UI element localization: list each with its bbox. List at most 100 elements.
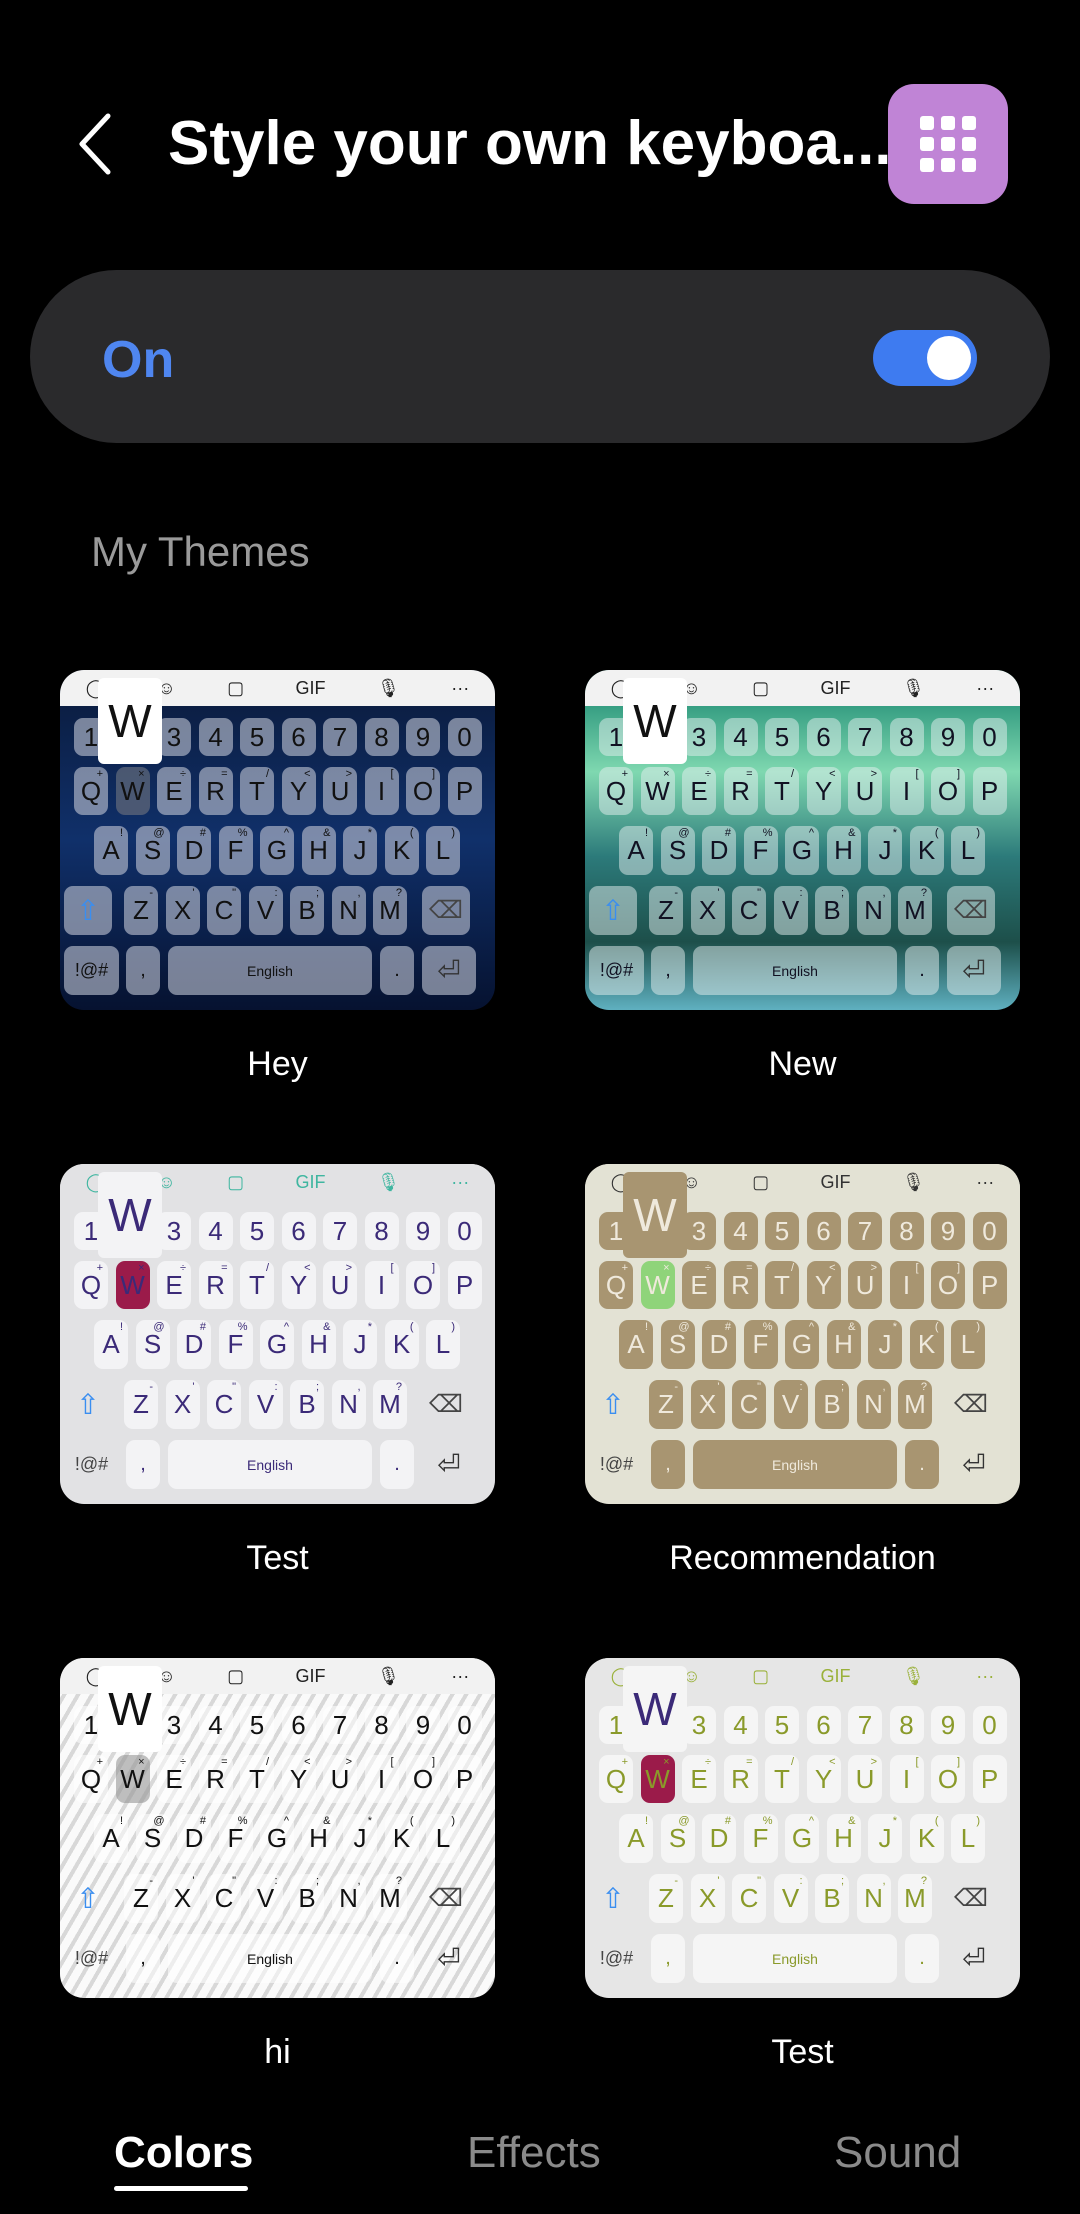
- key: Y <: [806, 1261, 841, 1309]
- page-title: Style your own keyboa...: [168, 109, 892, 178]
- gif-icon: GIF: [295, 1665, 326, 1686]
- key: Z-: [649, 886, 683, 935]
- key-preview-popup: W: [98, 678, 162, 764]
- key: !@#: [74, 1454, 109, 1474]
- theme-card[interactable]: ◯☺▢GIF🎙···1234567890Q+W×E÷R=T/Y<U>I[O]PA…: [585, 1164, 1020, 1504]
- key: P: [972, 1755, 1007, 1803]
- back-button[interactable]: [72, 110, 122, 178]
- key: ,: [651, 1440, 685, 1489]
- key: W ×: [640, 767, 675, 815]
- key: X ': [690, 1874, 725, 1923]
- enter-icon: ⏎: [437, 1449, 461, 1480]
- key: C ": [207, 1874, 241, 1923]
- key: 9: [406, 1706, 440, 1744]
- theme-name: Test: [771, 2033, 834, 2071]
- key: D #: [702, 1814, 736, 1863]
- key: C ": [732, 1874, 766, 1923]
- key: W ×: [115, 767, 150, 815]
- sticker-icon: ▢: [752, 1665, 770, 1686]
- key: English: [693, 946, 897, 995]
- key: F%: [743, 1814, 778, 1863]
- key: T /: [765, 767, 799, 815]
- key: J *: [343, 1814, 377, 1863]
- key: Y <: [281, 1261, 316, 1309]
- key: V:: [773, 1874, 808, 1923]
- key: Q +: [74, 1755, 108, 1803]
- key: O]: [406, 767, 440, 815]
- more-icon: ···: [976, 677, 995, 698]
- key-preview-popup: W: [623, 1172, 687, 1258]
- key: Q +: [599, 767, 633, 815]
- tab-effects[interactable]: Effects: [467, 2128, 601, 2178]
- key: !@#: [74, 1948, 109, 1968]
- enter-icon: ⏎: [437, 1943, 461, 1974]
- tab-sound[interactable]: Sound: [834, 2128, 961, 2178]
- key: .: [905, 1440, 939, 1489]
- more-icon: ···: [451, 1665, 470, 1686]
- key: 4: [198, 1706, 233, 1744]
- key: 7: [848, 1212, 882, 1250]
- key: N,: [856, 886, 891, 935]
- theme-name: hi: [264, 2033, 291, 2071]
- theme-card[interactable]: ◯☺▢GIF🎙···1234567890Q+W×E÷R=T/Y<U>I[O]PA…: [60, 1658, 495, 1998]
- key: M?: [898, 1874, 932, 1923]
- key: !@#: [599, 1454, 634, 1474]
- key: T /: [240, 767, 274, 815]
- key: K(: [909, 1814, 944, 1863]
- key-preview-popup: W: [98, 1666, 162, 1752]
- key: B;: [815, 886, 849, 935]
- key: U >: [323, 1755, 357, 1803]
- enter-icon: ⏎: [962, 1449, 986, 1480]
- key: 8: [889, 718, 924, 756]
- key: L): [426, 1320, 460, 1369]
- key: A!: [619, 1814, 653, 1863]
- theme-name: New: [768, 1045, 837, 1083]
- on-off-switch[interactable]: [873, 330, 977, 386]
- key: S @: [135, 1814, 170, 1863]
- key: T /: [765, 1755, 799, 1803]
- key: S @: [660, 826, 695, 875]
- key: .: [380, 946, 414, 995]
- theme-card[interactable]: ◯☺▢GIF🎙···1234567890Q+W×E÷R=T/Y<U>I[O]PA…: [60, 1164, 495, 1504]
- key: V:: [248, 886, 283, 935]
- key: Q +: [74, 1261, 108, 1309]
- key: U >: [848, 1755, 882, 1803]
- key: 4: [723, 1212, 758, 1250]
- key: O]: [406, 1261, 440, 1309]
- theme-card[interactable]: ◯☺▢GIF🎙···1234567890Q+W×E÷R=T/Y<U>I[O]PA…: [585, 670, 1020, 1010]
- key: M?: [373, 1874, 407, 1923]
- key: English: [693, 1440, 897, 1489]
- keypad-grid-button[interactable]: [888, 84, 1008, 204]
- tab-colors[interactable]: Colors: [114, 2128, 253, 2178]
- key: E ÷: [157, 767, 191, 815]
- theme-card[interactable]: ◯☺▢GIF🎙···1234567890Q+W×E÷R=T/Y<U>I[O]PA…: [60, 670, 495, 1010]
- key: M?: [373, 886, 407, 935]
- key: X ': [165, 1874, 200, 1923]
- shift-icon: ⇧: [76, 1389, 100, 1420]
- key: W ×: [115, 1755, 150, 1803]
- key: T /: [240, 1261, 274, 1309]
- key: H &: [826, 1320, 861, 1369]
- key: O]: [406, 1755, 440, 1803]
- key: Z-: [124, 886, 158, 935]
- key: 7: [323, 718, 357, 756]
- theme-card[interactable]: ◯☺▢GIF🎙···1234567890Q+W×E÷R=T/Y<U>I[O]PA…: [585, 1658, 1020, 1998]
- key: B;: [290, 886, 324, 935]
- key: 8: [364, 1706, 399, 1744]
- key: Q +: [599, 1261, 633, 1309]
- key: F%: [743, 1320, 778, 1369]
- key: Y <: [806, 767, 841, 815]
- key: V:: [773, 1380, 808, 1429]
- backspace-icon: ⌫: [954, 1391, 988, 1418]
- key: 4: [198, 1212, 233, 1250]
- key: H &: [826, 1814, 861, 1863]
- key: G ^: [260, 826, 294, 875]
- key: D #: [177, 826, 211, 875]
- key: 5: [240, 1212, 274, 1250]
- key: W ×: [640, 1755, 675, 1803]
- master-toggle-row[interactable]: On: [30, 270, 1050, 443]
- key: Z-: [649, 1874, 683, 1923]
- key: C ": [732, 1380, 766, 1429]
- gif-icon: GIF: [820, 677, 851, 698]
- key: ,: [126, 1440, 160, 1489]
